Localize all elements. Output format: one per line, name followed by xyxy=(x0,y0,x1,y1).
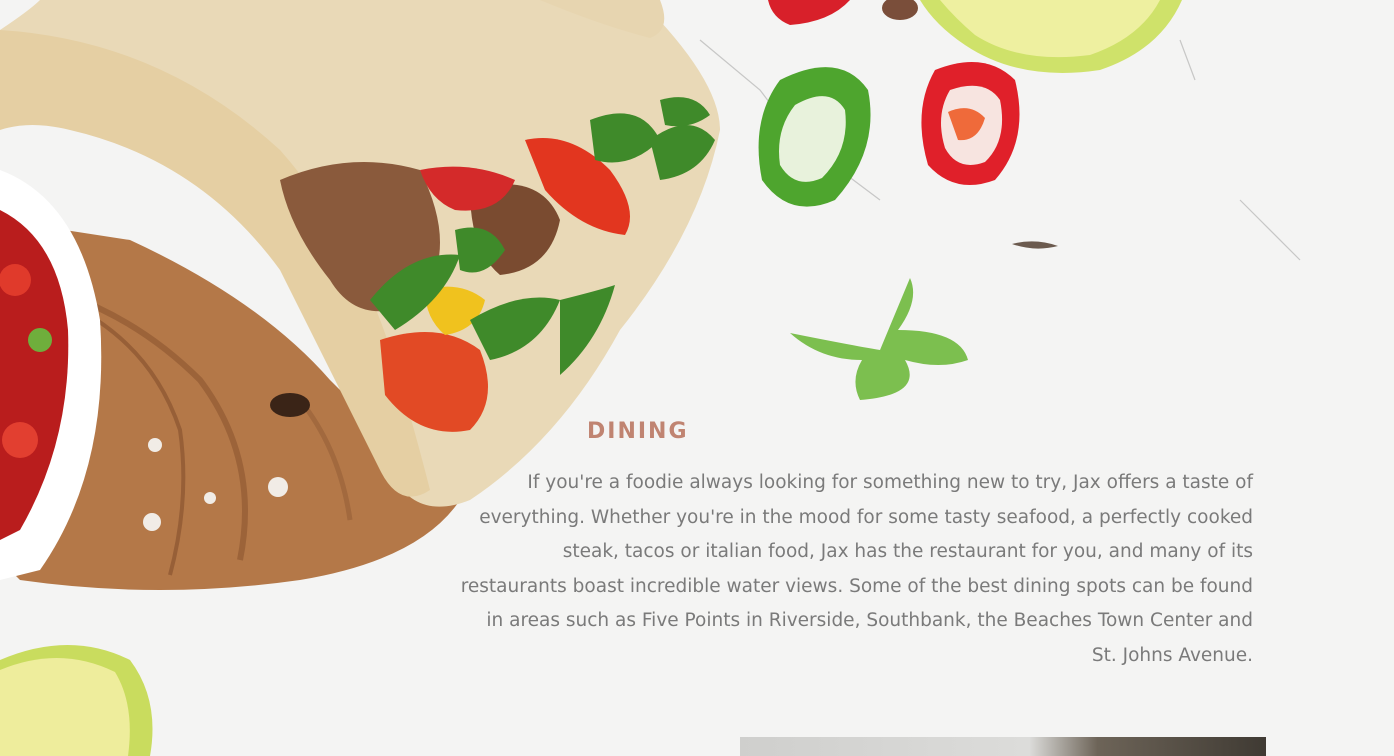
red-chili-ring xyxy=(921,62,1020,185)
lime-wedge-bottom xyxy=(0,645,153,756)
green-chili-ring xyxy=(758,67,871,207)
section-description: If you're a foodie always looking for so… xyxy=(460,472,1253,666)
next-section-image xyxy=(740,737,1266,756)
red-chili-piece xyxy=(768,0,850,25)
pepper-seed xyxy=(1012,241,1058,249)
parsley-leaf xyxy=(790,278,968,400)
peppercorn xyxy=(882,0,918,20)
lime-wedge-top xyxy=(920,0,1182,73)
section-title-dining: DINING xyxy=(587,419,689,444)
